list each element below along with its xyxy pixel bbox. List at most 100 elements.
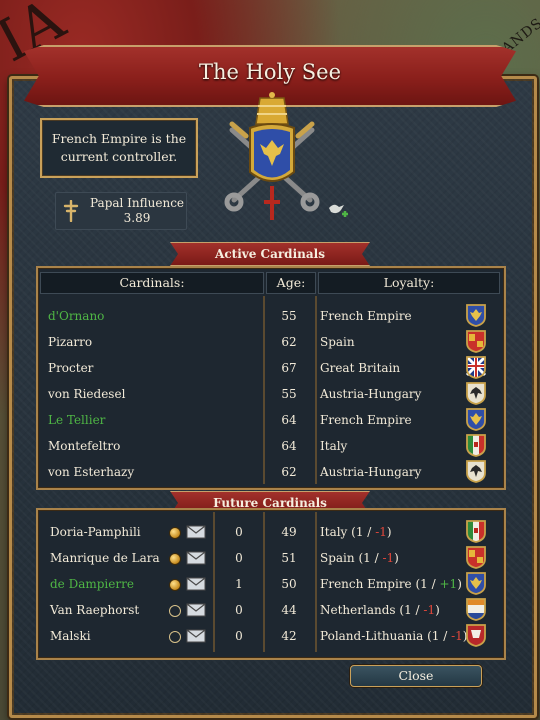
loyalty-modifier-open: (1 / <box>351 525 372 539</box>
close-button[interactable]: Close <box>350 665 482 687</box>
cardinal-age: 62 <box>281 465 297 479</box>
cardinal-loyalty: Spain <box>320 335 355 349</box>
cardinal-age: 64 <box>281 413 297 427</box>
column-header-age: Age: <box>266 272 316 294</box>
cardinal-name[interactable]: Montefeltro <box>48 438 120 454</box>
french-empire-flag-icon <box>466 572 486 595</box>
envelope-icon[interactable] <box>186 577 206 591</box>
cardinal-name[interactable]: d'Ornano <box>48 308 104 324</box>
future-cardinal-age: 42 <box>281 629 297 643</box>
loyalty-modifier-delta: -1 <box>375 525 387 539</box>
future-cardinal-name[interactable]: de Dampierre <box>50 576 134 592</box>
future-cardinal-name[interactable]: Manrique de Lara <box>50 550 160 566</box>
support-indicator-icon[interactable] <box>169 527 181 539</box>
cardinal-loyalty: French Empire <box>320 413 412 427</box>
support-count: 0 <box>235 629 243 643</box>
papal-influence: Papal Influence 3.89 <box>55 192 187 230</box>
future-cardinal-loyalty: Italy (1 / -1) <box>320 524 392 540</box>
great-britain-flag-icon <box>465 355 487 379</box>
window-title: The Holy See <box>198 60 342 84</box>
future-cardinal-age: 51 <box>281 551 297 565</box>
support-indicator-icon[interactable] <box>169 579 181 591</box>
loyalty-modifier-open: (1 / <box>427 629 448 643</box>
cardinal-name[interactable]: Pizarro <box>48 334 92 350</box>
support-count: 0 <box>235 551 243 565</box>
active-cardinals-table <box>36 266 506 490</box>
loyalty-country: French Empire <box>320 577 412 591</box>
column-divider <box>213 512 215 652</box>
support-indicator-icon[interactable] <box>169 631 181 643</box>
column-header-loyalty: Loyalty: <box>318 272 500 294</box>
column-divider <box>263 512 265 652</box>
cardinal-age: 55 <box>281 309 297 323</box>
french-empire-flag-icon <box>466 304 486 327</box>
cardinal-loyalty: Austria-Hungary <box>320 465 422 479</box>
cardinal-name[interactable]: Le Tellier <box>48 412 105 428</box>
loyalty-modifier-open: (1 / <box>415 577 436 591</box>
loyalty-modifier-open: (1 / <box>399 603 420 617</box>
papal-influence-value: 3.89 <box>123 211 151 225</box>
future-cardinal-age: 44 <box>281 603 297 617</box>
envelope-icon[interactable] <box>186 525 206 539</box>
future-cardinal-name[interactable]: Malski <box>50 628 91 644</box>
loyalty-modifier-close: ) <box>394 551 399 565</box>
column-header-cardinals: Cardinals: <box>40 272 264 294</box>
poland-lithuania-flag-icon <box>466 624 486 647</box>
loyalty-modifier-delta: +1 <box>439 577 458 591</box>
future-cardinal-loyalty: Poland-Lithuania (1 / -1) <box>320 628 467 644</box>
column-divider <box>315 512 317 652</box>
cardinal-name[interactable]: von Esterhazy <box>48 464 134 480</box>
future-cardinal-name[interactable]: Van Raephorst <box>50 602 139 618</box>
loyalty-modifier-delta: -1 <box>423 603 436 617</box>
loyalty-modifier-close: ) <box>386 525 392 539</box>
loyalty-country: Spain <box>320 551 355 565</box>
cardinal-age: 67 <box>281 361 297 375</box>
envelope-icon[interactable] <box>186 551 206 565</box>
papal-influence-label: Papal Influence <box>90 196 185 210</box>
cardinal-age: 55 <box>281 387 297 401</box>
future-cardinal-loyalty: French Empire (1 / +1) <box>320 576 462 592</box>
dove-add-icon[interactable] <box>326 198 350 222</box>
cardinal-loyalty: Austria-Hungary <box>320 387 422 401</box>
support-count: 0 <box>235 525 243 539</box>
loyalty-modifier-open: (1 / <box>358 551 379 565</box>
future-cardinal-age: 50 <box>281 577 297 591</box>
cardinal-loyalty: French Empire <box>320 309 412 323</box>
netherlands-flag-icon <box>466 598 486 621</box>
austria-hungary-flag-icon <box>466 382 486 405</box>
active-cardinals-header: Active Cardinals <box>170 242 370 266</box>
future-cardinal-name[interactable]: Doria-Pamphili <box>50 524 141 540</box>
controller-info: French Empire is the current controller. <box>40 118 198 178</box>
cardinal-age: 64 <box>281 439 297 453</box>
support-count: 1 <box>235 577 243 591</box>
envelope-icon[interactable] <box>186 603 206 617</box>
envelope-icon[interactable] <box>186 629 206 643</box>
loyalty-country: Italy <box>320 525 348 539</box>
column-divider <box>263 296 265 484</box>
support-indicator-icon[interactable] <box>169 553 181 565</box>
loyalty-modifier-delta: -1 <box>451 629 463 643</box>
loyalty-modifier-delta: -1 <box>382 551 395 565</box>
future-cardinal-loyalty: Spain (1 / -1) <box>320 550 399 566</box>
spain-flag-icon <box>466 330 486 353</box>
support-indicator-icon[interactable] <box>169 605 181 617</box>
papal-coat-of-arms-icon <box>224 92 320 220</box>
spain-flag-icon <box>466 546 486 569</box>
italy-flag-icon <box>466 434 486 457</box>
future-cardinal-age: 49 <box>281 525 297 539</box>
loyalty-modifier-close: ) <box>435 603 440 617</box>
austria-hungary-flag-icon <box>466 460 486 483</box>
papal-cross-icon <box>63 200 79 222</box>
support-count: 0 <box>235 603 243 617</box>
loyalty-country: Poland-Lithuania <box>320 629 424 643</box>
cardinal-name[interactable]: von Riedesel <box>48 386 125 402</box>
column-divider <box>315 296 317 484</box>
italy-flag-icon <box>466 520 486 543</box>
cardinal-loyalty: Italy <box>320 439 348 453</box>
loyalty-country: Netherlands <box>320 603 396 617</box>
cardinal-age: 62 <box>281 335 297 349</box>
cardinal-loyalty: Great Britain <box>320 361 401 375</box>
loyalty-modifier-close: ) <box>457 577 462 591</box>
cardinal-name[interactable]: Procter <box>48 360 93 376</box>
future-cardinal-loyalty: Netherlands (1 / -1) <box>320 602 440 618</box>
